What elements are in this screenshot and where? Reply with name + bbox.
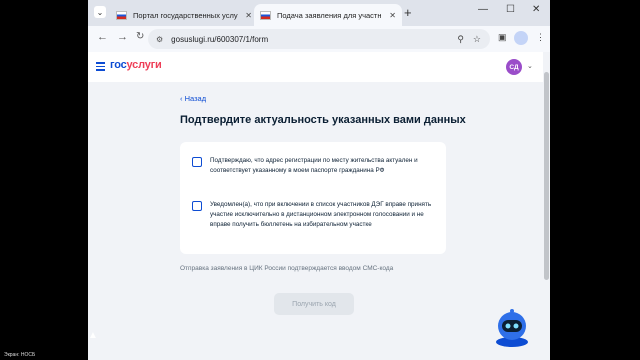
tab-title: Подача заявления для участн <box>277 10 382 20</box>
minimize-icon[interactable]: — <box>478 4 488 15</box>
sms-note: Отправка заявления в ЦИК России подтверж… <box>180 265 394 272</box>
site-info-icon[interactable]: ⚙ <box>156 35 163 44</box>
browser-toolbar: ← → ↻ ⚙ gosuslugi.ru/600307/1/form ⚲ ☆ ▣… <box>88 26 550 53</box>
checkbox[interactable] <box>192 157 202 167</box>
flag-icon <box>116 10 127 20</box>
maximize-icon[interactable]: ☐ <box>506 4 515 15</box>
tab-search-icon[interactable]: ⌄ <box>94 6 106 18</box>
reload-icon[interactable]: ↻ <box>136 31 144 42</box>
page-content: госуслуги СД ⌄ ‹ Назад Подтвердите актуа… <box>88 52 543 360</box>
checkbox-label[interactable]: Уведомлен(а), что при включении в список… <box>210 200 440 230</box>
avatar[interactable]: СД <box>506 59 522 75</box>
tab-bar: ⌄ Портал государственных услу ✕ Подача з… <box>88 0 550 26</box>
close-icon[interactable]: ✕ <box>389 11 396 20</box>
star-icon[interactable]: ☆ <box>473 34 481 45</box>
menu-icon[interactable]: ⋮ <box>536 32 545 43</box>
confirmation-card: Подтверждаю, что адрес регистрации по ме… <box>180 142 446 254</box>
new-tab-icon[interactable]: + <box>404 5 412 20</box>
sidepanel-icon[interactable]: ▣ <box>498 32 507 43</box>
flag-icon <box>260 10 271 20</box>
checkbox[interactable] <box>192 201 202 211</box>
site-header: госуслуги СД ⌄ <box>88 52 543 82</box>
chevron-down-icon[interactable]: ⌄ <box>527 62 533 70</box>
checkbox-notified[interactable]: Уведомлен(а), что при включении в список… <box>192 200 440 230</box>
back-icon[interactable]: ← <box>97 31 108 43</box>
tab-portal[interactable]: Портал государственных услу ✕ <box>110 4 258 26</box>
browser-window: ⌄ Портал государственных услу ✕ Подача з… <box>88 0 550 360</box>
profile-icon[interactable] <box>514 31 528 45</box>
zoom-icon[interactable]: ⚲ <box>457 34 464 45</box>
close-icon[interactable]: ✕ <box>245 11 252 20</box>
logo-part1: гос <box>110 59 127 71</box>
assistant-robot-icon[interactable] <box>490 304 534 348</box>
tab-application[interactable]: Подача заявления для участн ✕ <box>254 4 402 26</box>
checkbox-label[interactable]: Подтверждаю, что адрес регистрации по ме… <box>210 156 440 176</box>
scroll-thumb[interactable] <box>544 72 549 280</box>
forward-icon[interactable]: → <box>117 31 128 43</box>
menu-burger-icon[interactable] <box>96 62 105 71</box>
page-title: Подтвердите актуальность указанных вами … <box>180 114 466 126</box>
tab-title: Портал государственных услу <box>133 10 238 20</box>
url-text[interactable]: gosuslugi.ru/600307/1/form <box>171 35 457 44</box>
logo-part2: услуги <box>126 59 162 71</box>
get-code-button[interactable]: Получить код <box>274 293 354 315</box>
screen-label: Экран: НОСБ <box>4 352 36 358</box>
back-link[interactable]: ‹ Назад <box>180 94 206 103</box>
close-window-icon[interactable]: ✕ <box>532 4 540 15</box>
scrollbar[interactable] <box>543 52 550 360</box>
gosuslugi-logo[interactable]: госуслуги <box>110 59 162 71</box>
checkbox-address[interactable]: Подтверждаю, что адрес регистрации по ме… <box>192 156 440 176</box>
address-bar[interactable]: ⚙ gosuslugi.ru/600307/1/form ⚲ ☆ <box>148 29 490 49</box>
mouse-cursor-icon: ▲ <box>88 330 98 341</box>
